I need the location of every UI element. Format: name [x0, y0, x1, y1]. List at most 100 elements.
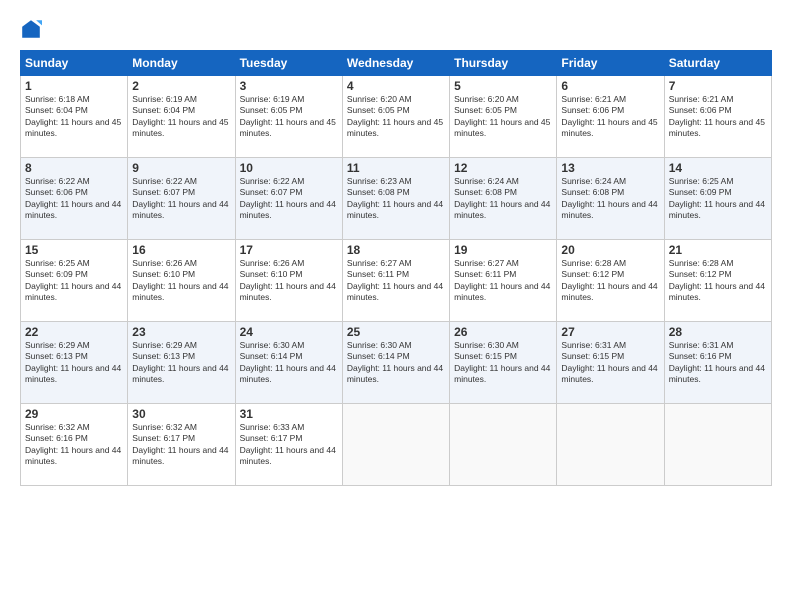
- day-number: 18: [347, 243, 445, 257]
- day-info: Sunrise: 6:18 AMSunset: 6:04 PMDaylight:…: [25, 94, 123, 140]
- calendar-day-cell: 11Sunrise: 6:23 AMSunset: 6:08 PMDayligh…: [342, 158, 449, 240]
- day-info: Sunrise: 6:19 AMSunset: 6:05 PMDaylight:…: [240, 94, 338, 140]
- calendar-day-cell: 7Sunrise: 6:21 AMSunset: 6:06 PMDaylight…: [664, 76, 771, 158]
- calendar-day-cell: 10Sunrise: 6:22 AMSunset: 6:07 PMDayligh…: [235, 158, 342, 240]
- day-info: Sunrise: 6:22 AMSunset: 6:06 PMDaylight:…: [25, 176, 123, 222]
- day-number: 3: [240, 79, 338, 93]
- calendar-day-cell: 25Sunrise: 6:30 AMSunset: 6:14 PMDayligh…: [342, 322, 449, 404]
- day-info: Sunrise: 6:26 AMSunset: 6:10 PMDaylight:…: [240, 258, 338, 304]
- day-info: Sunrise: 6:33 AMSunset: 6:17 PMDaylight:…: [240, 422, 338, 468]
- day-number: 22: [25, 325, 123, 339]
- day-info: Sunrise: 6:25 AMSunset: 6:09 PMDaylight:…: [25, 258, 123, 304]
- day-info: Sunrise: 6:20 AMSunset: 6:05 PMDaylight:…: [347, 94, 445, 140]
- page: SundayMondayTuesdayWednesdayThursdayFrid…: [0, 0, 792, 612]
- day-number: 24: [240, 325, 338, 339]
- calendar-week-row: 15Sunrise: 6:25 AMSunset: 6:09 PMDayligh…: [21, 240, 772, 322]
- day-number: 13: [561, 161, 659, 175]
- calendar-day-cell: 26Sunrise: 6:30 AMSunset: 6:15 PMDayligh…: [450, 322, 557, 404]
- day-info: Sunrise: 6:25 AMSunset: 6:09 PMDaylight:…: [669, 176, 767, 222]
- day-number: 15: [25, 243, 123, 257]
- calendar-week-row: 1Sunrise: 6:18 AMSunset: 6:04 PMDaylight…: [21, 76, 772, 158]
- day-info: Sunrise: 6:29 AMSunset: 6:13 PMDaylight:…: [25, 340, 123, 386]
- day-info: Sunrise: 6:24 AMSunset: 6:08 PMDaylight:…: [561, 176, 659, 222]
- calendar-day-cell: 22Sunrise: 6:29 AMSunset: 6:13 PMDayligh…: [21, 322, 128, 404]
- day-info: Sunrise: 6:23 AMSunset: 6:08 PMDaylight:…: [347, 176, 445, 222]
- day-number: 1: [25, 79, 123, 93]
- day-number: 30: [132, 407, 230, 421]
- day-of-week-header: Tuesday: [235, 51, 342, 76]
- day-number: 11: [347, 161, 445, 175]
- day-info: Sunrise: 6:29 AMSunset: 6:13 PMDaylight:…: [132, 340, 230, 386]
- calendar-header: SundayMondayTuesdayWednesdayThursdayFrid…: [21, 51, 772, 76]
- day-of-week-header: Sunday: [21, 51, 128, 76]
- day-info: Sunrise: 6:31 AMSunset: 6:15 PMDaylight:…: [561, 340, 659, 386]
- calendar-day-cell: 16Sunrise: 6:26 AMSunset: 6:10 PMDayligh…: [128, 240, 235, 322]
- calendar-day-cell: [557, 404, 664, 486]
- logo: [20, 18, 46, 40]
- calendar-day-cell: 5Sunrise: 6:20 AMSunset: 6:05 PMDaylight…: [450, 76, 557, 158]
- day-info: Sunrise: 6:32 AMSunset: 6:16 PMDaylight:…: [25, 422, 123, 468]
- day-info: Sunrise: 6:28 AMSunset: 6:12 PMDaylight:…: [669, 258, 767, 304]
- calendar-day-cell: 3Sunrise: 6:19 AMSunset: 6:05 PMDaylight…: [235, 76, 342, 158]
- calendar-day-cell: 30Sunrise: 6:32 AMSunset: 6:17 PMDayligh…: [128, 404, 235, 486]
- day-info: Sunrise: 6:30 AMSunset: 6:14 PMDaylight:…: [347, 340, 445, 386]
- day-number: 28: [669, 325, 767, 339]
- calendar-week-row: 8Sunrise: 6:22 AMSunset: 6:06 PMDaylight…: [21, 158, 772, 240]
- day-info: Sunrise: 6:19 AMSunset: 6:04 PMDaylight:…: [132, 94, 230, 140]
- day-of-week-header: Friday: [557, 51, 664, 76]
- day-info: Sunrise: 6:30 AMSunset: 6:15 PMDaylight:…: [454, 340, 552, 386]
- day-number: 12: [454, 161, 552, 175]
- calendar-day-cell: [664, 404, 771, 486]
- calendar-day-cell: 9Sunrise: 6:22 AMSunset: 6:07 PMDaylight…: [128, 158, 235, 240]
- day-of-week-header: Wednesday: [342, 51, 449, 76]
- day-info: Sunrise: 6:27 AMSunset: 6:11 PMDaylight:…: [454, 258, 552, 304]
- day-info: Sunrise: 6:20 AMSunset: 6:05 PMDaylight:…: [454, 94, 552, 140]
- calendar-day-cell: 21Sunrise: 6:28 AMSunset: 6:12 PMDayligh…: [664, 240, 771, 322]
- calendar-day-cell: 18Sunrise: 6:27 AMSunset: 6:11 PMDayligh…: [342, 240, 449, 322]
- day-number: 9: [132, 161, 230, 175]
- day-number: 10: [240, 161, 338, 175]
- day-info: Sunrise: 6:27 AMSunset: 6:11 PMDaylight:…: [347, 258, 445, 304]
- calendar-day-cell: 6Sunrise: 6:21 AMSunset: 6:06 PMDaylight…: [557, 76, 664, 158]
- day-of-week-header: Thursday: [450, 51, 557, 76]
- calendar-day-cell: 31Sunrise: 6:33 AMSunset: 6:17 PMDayligh…: [235, 404, 342, 486]
- calendar-day-cell: 2Sunrise: 6:19 AMSunset: 6:04 PMDaylight…: [128, 76, 235, 158]
- day-number: 20: [561, 243, 659, 257]
- calendar-day-cell: 19Sunrise: 6:27 AMSunset: 6:11 PMDayligh…: [450, 240, 557, 322]
- calendar-day-cell: [450, 404, 557, 486]
- day-number: 31: [240, 407, 338, 421]
- calendar-week-row: 29Sunrise: 6:32 AMSunset: 6:16 PMDayligh…: [21, 404, 772, 486]
- day-number: 19: [454, 243, 552, 257]
- day-number: 21: [669, 243, 767, 257]
- calendar-body: 1Sunrise: 6:18 AMSunset: 6:04 PMDaylight…: [21, 76, 772, 486]
- day-info: Sunrise: 6:22 AMSunset: 6:07 PMDaylight:…: [240, 176, 338, 222]
- day-info: Sunrise: 6:24 AMSunset: 6:08 PMDaylight:…: [454, 176, 552, 222]
- general-blue-icon: [20, 18, 42, 40]
- day-of-week-header: Monday: [128, 51, 235, 76]
- calendar-day-cell: 13Sunrise: 6:24 AMSunset: 6:08 PMDayligh…: [557, 158, 664, 240]
- day-number: 27: [561, 325, 659, 339]
- day-info: Sunrise: 6:30 AMSunset: 6:14 PMDaylight:…: [240, 340, 338, 386]
- calendar-day-cell: 29Sunrise: 6:32 AMSunset: 6:16 PMDayligh…: [21, 404, 128, 486]
- days-of-week-row: SundayMondayTuesdayWednesdayThursdayFrid…: [21, 51, 772, 76]
- calendar-day-cell: 8Sunrise: 6:22 AMSunset: 6:06 PMDaylight…: [21, 158, 128, 240]
- calendar-day-cell: 4Sunrise: 6:20 AMSunset: 6:05 PMDaylight…: [342, 76, 449, 158]
- calendar-day-cell: 14Sunrise: 6:25 AMSunset: 6:09 PMDayligh…: [664, 158, 771, 240]
- day-number: 7: [669, 79, 767, 93]
- calendar-day-cell: 12Sunrise: 6:24 AMSunset: 6:08 PMDayligh…: [450, 158, 557, 240]
- day-info: Sunrise: 6:22 AMSunset: 6:07 PMDaylight:…: [132, 176, 230, 222]
- calendar-table: SundayMondayTuesdayWednesdayThursdayFrid…: [20, 50, 772, 486]
- day-info: Sunrise: 6:31 AMSunset: 6:16 PMDaylight:…: [669, 340, 767, 386]
- calendar-day-cell: 20Sunrise: 6:28 AMSunset: 6:12 PMDayligh…: [557, 240, 664, 322]
- calendar-day-cell: 23Sunrise: 6:29 AMSunset: 6:13 PMDayligh…: [128, 322, 235, 404]
- day-number: 8: [25, 161, 123, 175]
- day-number: 25: [347, 325, 445, 339]
- header: [20, 18, 772, 40]
- day-number: 16: [132, 243, 230, 257]
- day-number: 4: [347, 79, 445, 93]
- day-number: 26: [454, 325, 552, 339]
- day-info: Sunrise: 6:21 AMSunset: 6:06 PMDaylight:…: [561, 94, 659, 140]
- day-number: 14: [669, 161, 767, 175]
- day-info: Sunrise: 6:26 AMSunset: 6:10 PMDaylight:…: [132, 258, 230, 304]
- calendar-day-cell: [342, 404, 449, 486]
